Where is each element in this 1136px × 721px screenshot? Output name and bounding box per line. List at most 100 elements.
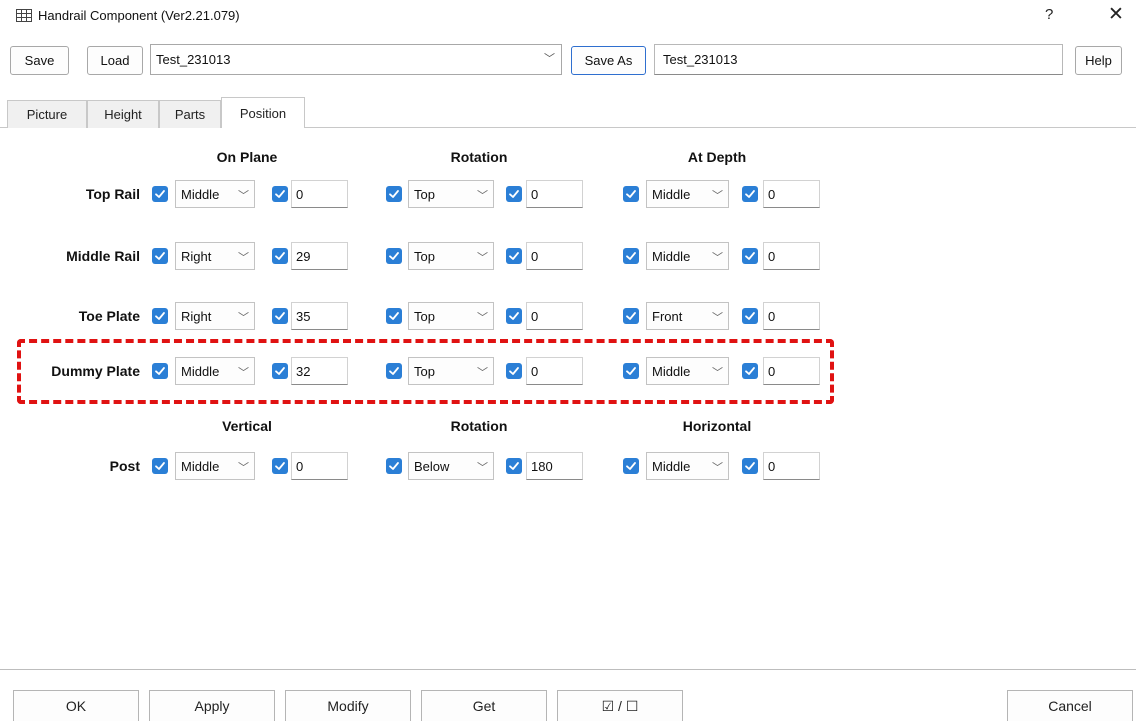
chevron-down-icon: ﹀ xyxy=(712,312,723,324)
tab-parts[interactable]: Parts xyxy=(159,100,221,128)
post-depth-offset-field[interactable]: 0 xyxy=(763,452,820,480)
post-depth-offset-checkbox[interactable] xyxy=(742,458,758,474)
dummy-plate-depth-offset-checkbox[interactable] xyxy=(742,363,758,379)
post-onplane-select[interactable]: Middle ﹀ xyxy=(175,452,255,480)
post-rotation-checkbox[interactable] xyxy=(386,458,402,474)
toe-plate-rotation-angle-checkbox[interactable] xyxy=(506,308,522,324)
top-rail-rotation-select-value: Top xyxy=(414,186,435,202)
dummy-plate-onplane-checkbox[interactable] xyxy=(152,363,168,379)
toe-plate-onplane-select[interactable]: Right ﹀ xyxy=(175,302,255,330)
top-rail-rotation-angle-field[interactable]: 0 xyxy=(526,180,583,208)
toe-plate-depth-select[interactable]: Front ﹀ xyxy=(646,302,729,330)
top-rail-label: Top Rail xyxy=(85,186,140,202)
toe-plate-onplane-checkbox[interactable] xyxy=(152,308,168,324)
post-depth-select[interactable]: Middle ﹀ xyxy=(646,452,729,480)
ok-button[interactable]: OK xyxy=(13,690,139,721)
dummy-plate-onplane-offset-field[interactable]: 32 xyxy=(291,357,348,385)
middle-rail-depth-checkbox[interactable] xyxy=(623,248,639,264)
dummy-plate-depth-select[interactable]: Middle ﹀ xyxy=(646,357,729,385)
top-rail-depth-checkbox[interactable] xyxy=(623,186,639,202)
middle-rail-rotation-angle-field[interactable]: 0 xyxy=(526,242,583,270)
top-rail-depth-offset-field[interactable]: 0 xyxy=(763,180,820,208)
top-rail-onplane-select-value: Middle xyxy=(181,186,220,202)
dummy-plate-onplane-select-value: Middle xyxy=(181,363,220,379)
toe-plate-onplane-offset-field[interactable]: 35 xyxy=(291,302,348,330)
chevron-down-icon: ﹀ xyxy=(544,53,555,65)
save-button[interactable]: Save xyxy=(10,46,69,75)
cancel-button[interactable]: Cancel xyxy=(1007,690,1133,721)
chevron-down-icon: ﹀ xyxy=(477,190,488,202)
toe-plate-label: Toe Plate xyxy=(78,308,140,324)
middle-rail-onplane-offset-field[interactable]: 29 xyxy=(291,242,348,270)
dummy-plate-onplane-select[interactable]: Middle ﹀ xyxy=(175,357,255,385)
load-button[interactable]: Load xyxy=(87,46,143,75)
toe-plate-depth-offset-field[interactable]: 0 xyxy=(763,302,820,330)
toggle-all-checkboxes-button[interactable]: ☑ / ☐ xyxy=(557,690,683,721)
top-rail-rotation-angle-checkbox[interactable] xyxy=(506,186,522,202)
middle-rail-depth-offset-checkbox[interactable] xyxy=(742,248,758,264)
chevron-down-icon: ﹀ xyxy=(712,367,723,379)
top-rail-onplane-offset-field[interactable]: 0 xyxy=(291,180,348,208)
middle-rail-rotation-select[interactable]: Top ﹀ xyxy=(408,242,494,270)
post-onplane-offset-field[interactable]: 0 xyxy=(291,452,348,480)
save-as-name-field[interactable]: Test_231013 xyxy=(654,44,1063,75)
post-rotation-select[interactable]: Below ﹀ xyxy=(408,452,494,480)
middle-rail-rotation-checkbox[interactable] xyxy=(386,248,402,264)
middle-rail-depth-select-value: Middle xyxy=(652,248,691,264)
dummy-plate-rotation-select[interactable]: Top ﹀ xyxy=(408,357,494,385)
apply-button[interactable]: Apply xyxy=(149,690,275,721)
modify-button[interactable]: Modify xyxy=(285,690,411,721)
toe-plate-onplane-offset-checkbox[interactable] xyxy=(272,308,288,324)
top-rail-onplane-select[interactable]: Middle ﹀ xyxy=(175,180,255,208)
post-onplane-checkbox[interactable] xyxy=(152,458,168,474)
dummy-plate-rotation-select-value: Top xyxy=(414,363,435,379)
post-header-col3: Horizontal xyxy=(682,418,752,434)
top-rail-onplane-checkbox[interactable] xyxy=(152,186,168,202)
tab-picture[interactable]: Picture xyxy=(7,100,87,128)
close-icon[interactable]: ✕ xyxy=(1108,3,1124,26)
middle-rail-depth-offset-field[interactable]: 0 xyxy=(763,242,820,270)
help-question-icon[interactable]: ? xyxy=(1045,6,1053,23)
help-button[interactable]: Help xyxy=(1075,46,1122,75)
dummy-plate-rotation-checkbox[interactable] xyxy=(386,363,402,379)
top-rail-rotation-checkbox[interactable] xyxy=(386,186,402,202)
middle-rail-onplane-offset-checkbox[interactable] xyxy=(272,248,288,264)
dummy-plate-depth-select-value: Middle xyxy=(652,363,691,379)
chevron-down-icon: ﹀ xyxy=(238,367,249,379)
middle-rail-rotation-angle-checkbox[interactable] xyxy=(506,248,522,264)
tab-position[interactable]: Position xyxy=(221,97,305,128)
top-rail-rotation-select[interactable]: Top ﹀ xyxy=(408,180,494,208)
middle-rail-depth-select[interactable]: Middle ﹀ xyxy=(646,242,729,270)
middle-rail-onplane-select[interactable]: Right ﹀ xyxy=(175,242,255,270)
dummy-plate-rotation-angle-checkbox[interactable] xyxy=(506,363,522,379)
tab-height[interactable]: Height xyxy=(87,100,159,128)
save-as-button[interactable]: Save As xyxy=(571,46,646,75)
middle-rail-onplane-select-value: Right xyxy=(181,248,212,264)
chevron-down-icon: ﹀ xyxy=(712,252,723,264)
post-onplane-select-value: Middle xyxy=(181,458,220,474)
toe-plate-depth-offset-checkbox[interactable] xyxy=(742,308,758,324)
dummy-plate-depth-checkbox[interactable] xyxy=(623,363,639,379)
dummy-plate-depth-offset-field[interactable]: 0 xyxy=(763,357,820,385)
toe-plate-depth-checkbox[interactable] xyxy=(623,308,639,324)
get-button[interactable]: Get xyxy=(421,690,547,721)
post-onplane-offset-checkbox[interactable] xyxy=(272,458,288,474)
chevron-down-icon: ﹀ xyxy=(477,252,488,264)
top-rail-depth-select[interactable]: Middle ﹀ xyxy=(646,180,729,208)
dummy-plate-onplane-offset-checkbox[interactable] xyxy=(272,363,288,379)
toe-plate-rotation-checkbox[interactable] xyxy=(386,308,402,324)
dummy-plate-rotation-angle-field[interactable]: 0 xyxy=(526,357,583,385)
middle-rail-onplane-checkbox[interactable] xyxy=(152,248,168,264)
toe-plate-rotation-select[interactable]: Top ﹀ xyxy=(408,302,494,330)
post-rotation-angle-field[interactable]: 180 xyxy=(526,452,583,480)
toe-plate-depth-select-value: Front xyxy=(652,308,683,324)
top-rail-depth-offset-checkbox[interactable] xyxy=(742,186,758,202)
preset-combo[interactable]: Test_231013 ﹀ xyxy=(150,44,562,75)
post-depth-checkbox[interactable] xyxy=(623,458,639,474)
top-rail-onplane-offset-checkbox[interactable] xyxy=(272,186,288,202)
top-rail-depth-select-value: Middle xyxy=(652,186,691,202)
toe-plate-rotation-angle-field[interactable]: 0 xyxy=(526,302,583,330)
top-header-col1: On Plane xyxy=(216,149,278,165)
post-rotation-angle-checkbox[interactable] xyxy=(506,458,522,474)
chevron-down-icon: ﹀ xyxy=(238,252,249,264)
